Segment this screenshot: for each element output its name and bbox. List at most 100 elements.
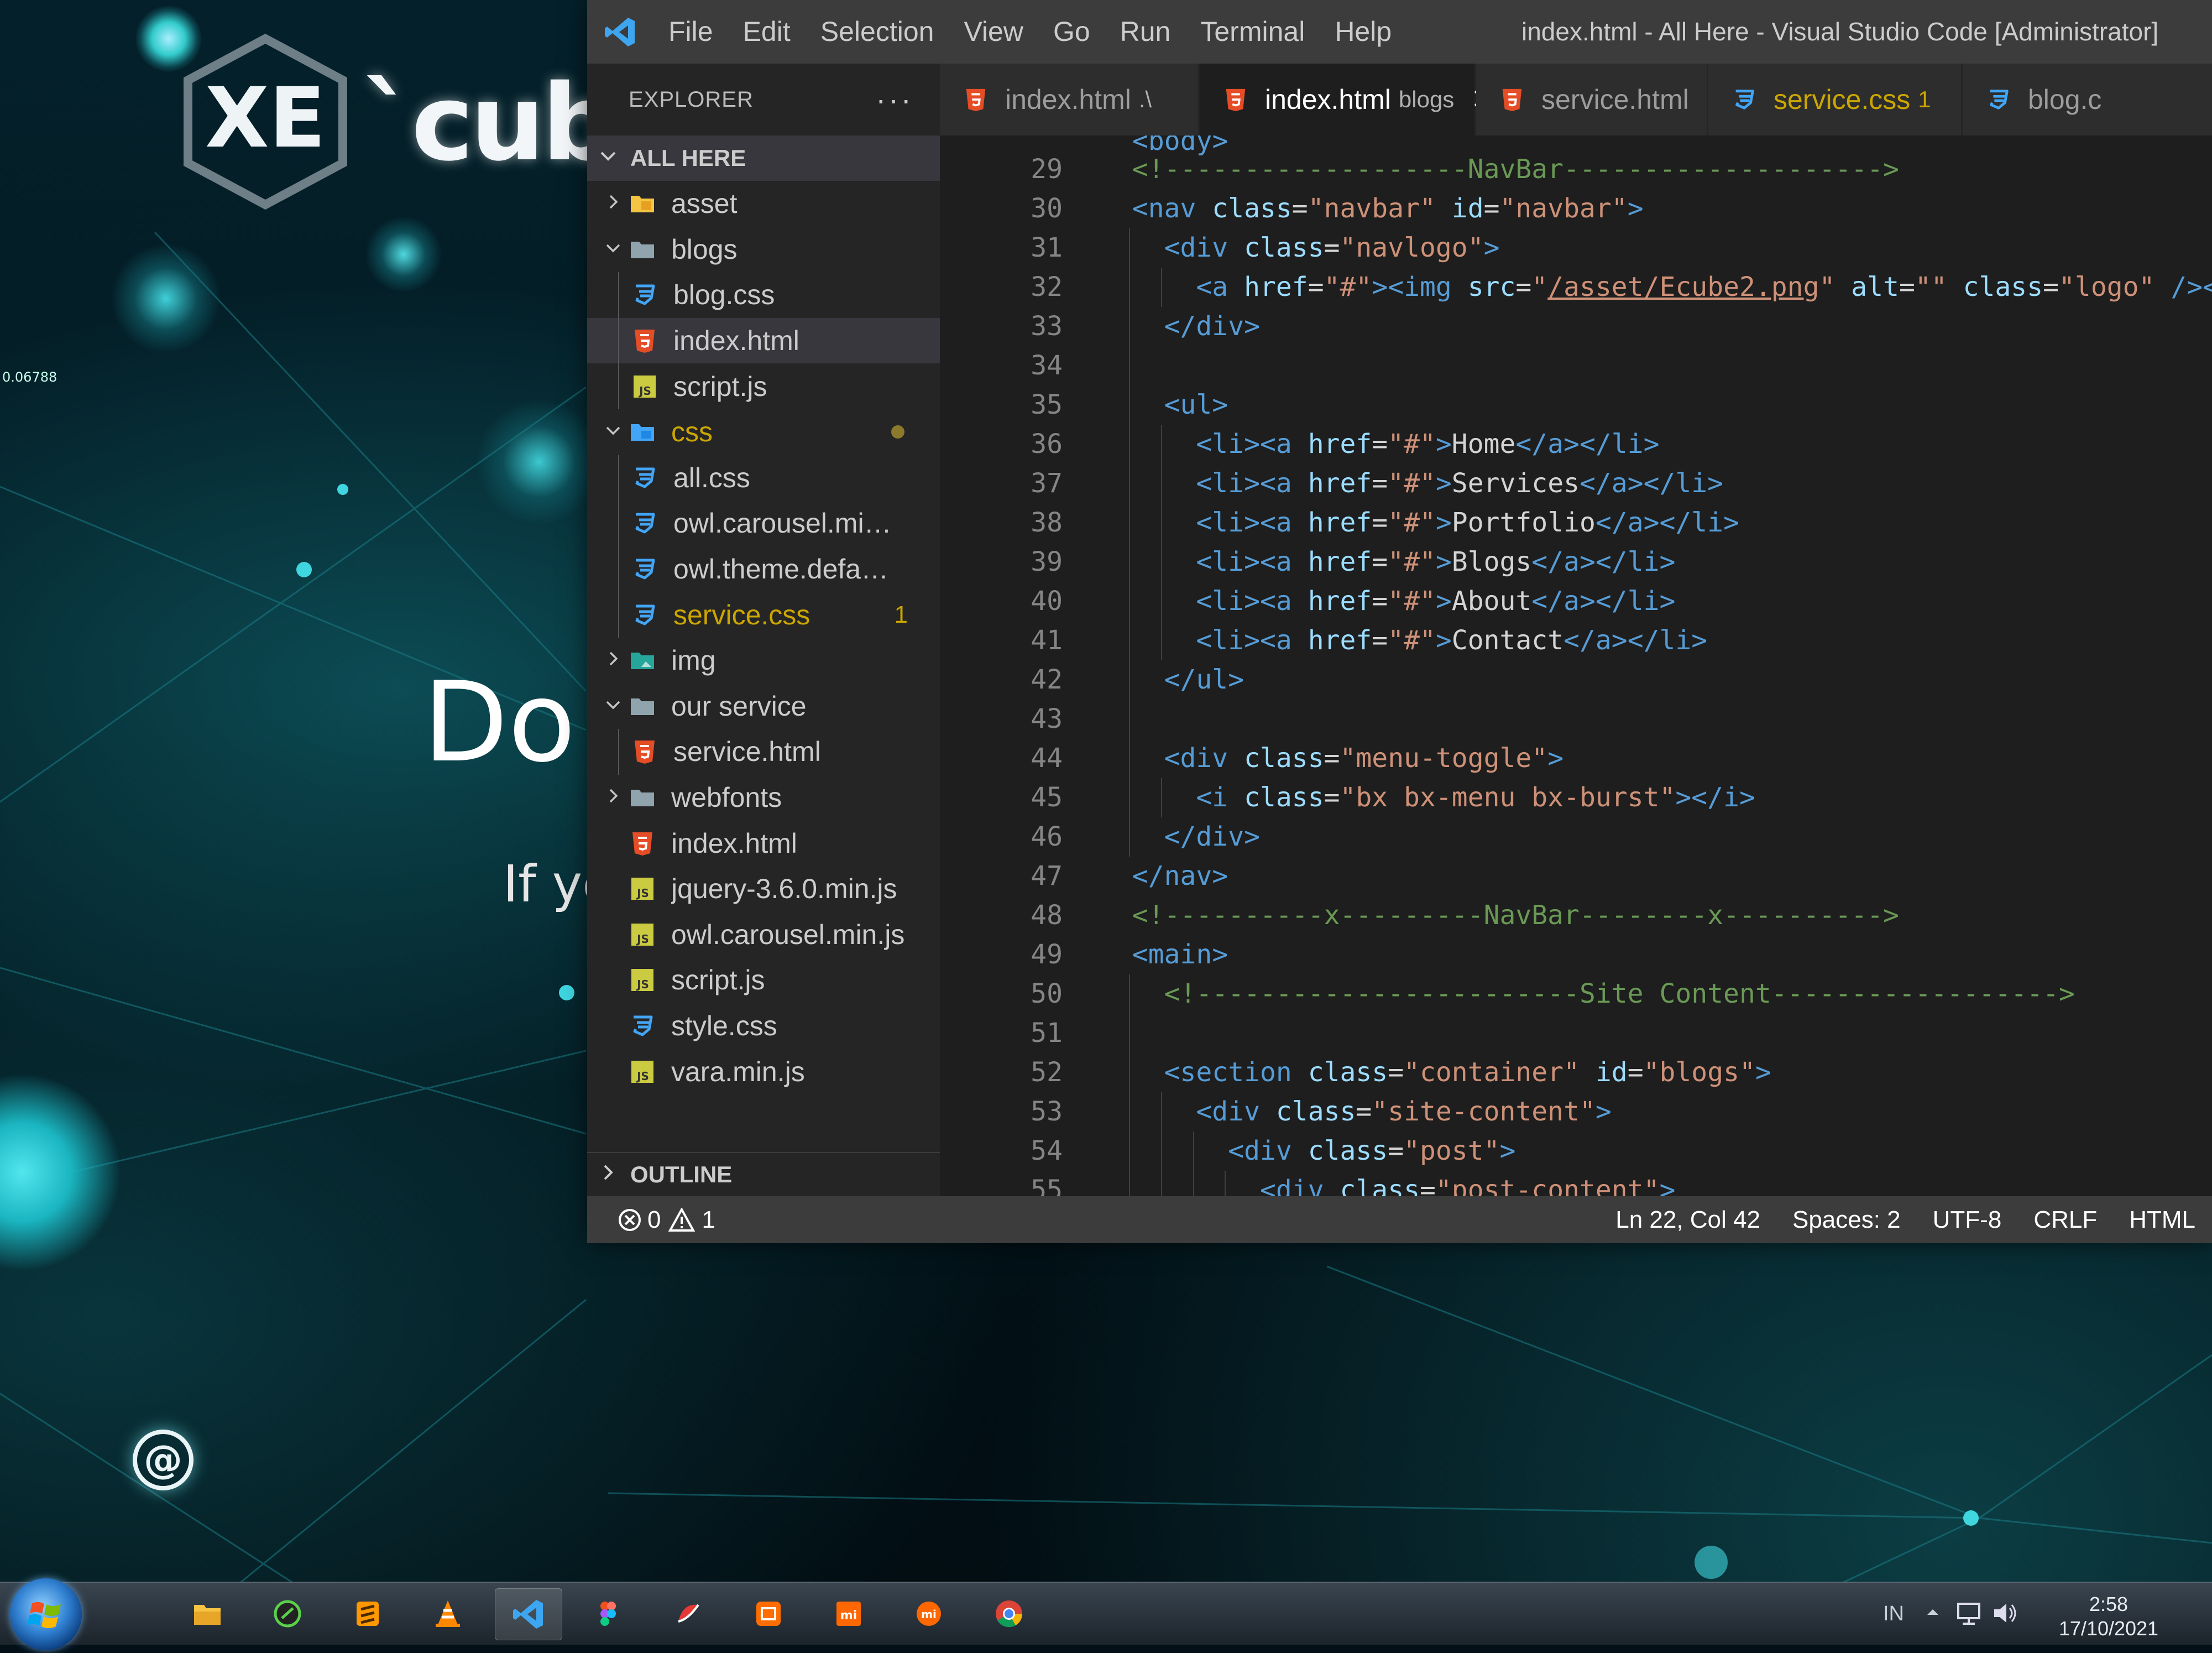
code-token[interactable]: /asset/Ecube2.png	[1547, 272, 1819, 303]
code-editor[interactable]: <body> 29 <!-------------------NavBar-----…	[940, 135, 2212, 1196]
clock-time[interactable]: 2:58	[2045, 1593, 2172, 1616]
orange-app-taskbar-icon[interactable]	[735, 1588, 802, 1639]
file-explorer-taskbar-icon[interactable]	[174, 1588, 240, 1639]
outline-header[interactable]: OUTLINE	[587, 1152, 940, 1196]
input-language[interactable]: IN	[1883, 1583, 1904, 1645]
chevron-right-icon	[598, 190, 628, 217]
tree-item[interactable]: JS jquery-3.6.0.min.js	[587, 866, 940, 912]
menu-terminal[interactable]: Terminal	[1185, 0, 1320, 64]
volume-icon[interactable]	[1991, 1599, 2018, 1627]
vscode-taskbar-icon[interactable]	[495, 1588, 562, 1640]
clock-date[interactable]: 17/10/2021	[2045, 1617, 2172, 1640]
paint-app-taskbar-icon[interactable]	[655, 1588, 721, 1639]
tree-item[interactable]: index.html	[587, 317, 940, 364]
menu-selection[interactable]: Selection	[806, 0, 949, 64]
code-token: "#"	[1388, 625, 1436, 656]
code-line: 38 <li><a href="#">Portfolio</a></li>	[940, 503, 2212, 543]
tree-item[interactable]: index.html	[587, 820, 940, 866]
code-token: </a></li>	[1531, 546, 1676, 577]
tree-item[interactable]: JS owl.carousel.min.js	[587, 912, 940, 958]
editor-tab[interactable]: service.css 1	[1708, 64, 1963, 135]
sublime-text-taskbar-icon[interactable]	[334, 1588, 401, 1639]
tree-item[interactable]: service.css 1	[587, 592, 940, 638]
tree-item[interactable]: our service	[587, 684, 940, 729]
js-file-icon: JS	[628, 874, 657, 903]
green-app-taskbar-icon[interactable]	[254, 1588, 321, 1639]
problems-status[interactable]: 0 1	[618, 1196, 715, 1243]
warning-icon	[668, 1207, 696, 1232]
code-token: href	[1308, 507, 1372, 538]
tree-item[interactable]: all.css	[587, 455, 940, 501]
code-token: <!----------x---------NavBar--------x---…	[1132, 900, 1899, 931]
start-button[interactable]	[10, 1578, 82, 1650]
svg-text:JS: JS	[638, 384, 651, 398]
code-token: >	[1499, 1135, 1516, 1166]
code-text: </ul>	[1164, 660, 1244, 700]
tree-item[interactable]: service.html	[587, 729, 940, 775]
code-token: Portfolio	[1451, 507, 1596, 538]
tree-item[interactable]: JS vara.min.js	[587, 1049, 940, 1094]
indent-guide	[618, 500, 619, 546]
vscode-logo-icon[interactable]	[587, 0, 653, 64]
tree-item[interactable]: img	[587, 638, 940, 684]
indentation-setting[interactable]: Spaces: 2	[1792, 1196, 1901, 1243]
line-number: 34	[1031, 350, 1063, 381]
eol-setting[interactable]: CRLF	[2033, 1196, 2097, 1243]
workspace-root-header[interactable]: ALL HERE	[587, 135, 940, 181]
tree-item[interactable]: owl.carousel.min...	[587, 500, 940, 546]
code-text: <ul>	[1164, 385, 1228, 425]
menu-file[interactable]: File	[653, 0, 728, 64]
indent-guide	[1129, 503, 1131, 543]
tray-expand-icon[interactable]	[1925, 1604, 1941, 1620]
network-icon[interactable]	[1955, 1599, 1983, 1627]
code-token: </nav>	[1132, 861, 1228, 891]
tree-item-label: style.css	[671, 1010, 777, 1041]
code-token: id	[1595, 1057, 1628, 1088]
tree-item[interactable]: webfonts	[587, 775, 940, 821]
cursor-position[interactable]: Ln 22, Col 42	[1615, 1196, 1760, 1243]
mi-app-2-taskbar-icon[interactable]: mi	[896, 1588, 962, 1639]
menu-go[interactable]: Go	[1038, 0, 1105, 64]
editor-tab[interactable]: blog.c	[1963, 64, 2212, 135]
figma-taskbar-icon[interactable]	[575, 1588, 641, 1639]
email-icon[interactable]: @	[133, 1430, 194, 1490]
vscode-window: File Edit Selection View Go Run Terminal Help i…	[587, 0, 2212, 1243]
editor-tab[interactable]: service.html	[1476, 64, 1708, 135]
more-actions-icon[interactable]: ···	[876, 84, 913, 115]
code-text: <!-------------------NavBar-------------…	[1132, 150, 1899, 189]
tree-item-label: script.js	[671, 964, 765, 996]
html-file-icon	[1499, 87, 1525, 112]
code-token: </div>	[1164, 311, 1260, 342]
code-token: Home	[1451, 429, 1516, 460]
mi-app-taskbar-icon[interactable]: mi	[815, 1588, 882, 1639]
menu-view[interactable]: View	[949, 0, 1038, 64]
language-mode[interactable]: HTML	[2129, 1196, 2195, 1243]
tree-item[interactable]: owl.theme.defau...	[587, 546, 940, 592]
tree-item[interactable]: blog.css	[587, 272, 940, 318]
tree-item[interactable]: style.css	[587, 1003, 940, 1049]
vlc-taskbar-icon[interactable]	[415, 1588, 481, 1639]
indent-guide	[1129, 543, 1131, 582]
code-text: <li><a href="#">About</a></li>	[1196, 582, 1675, 621]
tree-item[interactable]: css	[587, 409, 940, 455]
editor-tab[interactable]: index.htmlblogs✕	[1200, 64, 1495, 135]
code-line: 54 <div class="post">	[940, 1131, 2212, 1171]
tree-item-label: all.css	[673, 462, 750, 493]
code-token: "bx bx-menu bx-burst"	[1340, 782, 1676, 813]
indent-guide	[1129, 1053, 1131, 1092]
tree-item-label: service.html	[673, 736, 821, 768]
menu-help[interactable]: Help	[1320, 0, 1406, 64]
editor-tab[interactable]: index.html .\	[940, 64, 1200, 135]
tree-item[interactable]: JS script.js	[587, 957, 940, 1003]
menu-run[interactable]: Run	[1105, 0, 1186, 64]
tree-item[interactable]: blogs	[587, 227, 940, 273]
tree-item[interactable]: JS script.js	[587, 363, 940, 409]
line-number: 45	[1031, 782, 1063, 813]
tree-item[interactable]: asset	[587, 181, 940, 227]
encoding-setting[interactable]: UTF-8	[1933, 1196, 2002, 1243]
menu-edit[interactable]: Edit	[728, 0, 806, 64]
chrome-taskbar-icon[interactable]	[976, 1588, 1042, 1639]
indent-guide	[1160, 1131, 1162, 1171]
code-text: </nav>	[1132, 857, 1228, 896]
indent-guide	[618, 272, 619, 318]
